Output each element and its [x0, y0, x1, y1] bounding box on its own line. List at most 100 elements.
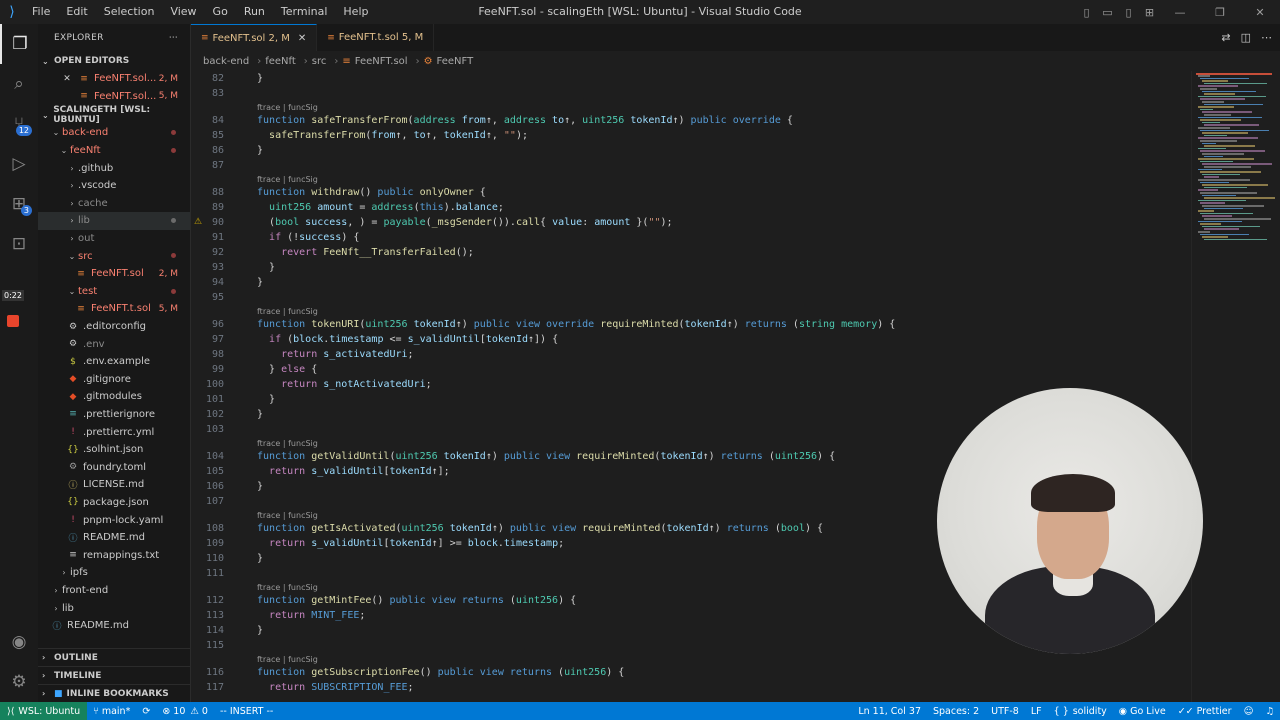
notifications-icon[interactable]: ♫	[1259, 706, 1280, 717]
menu-edit[interactable]: Edit	[58, 0, 95, 24]
language-mode[interactable]: { } solidity	[1048, 706, 1113, 717]
minimap-line	[1200, 181, 1229, 184]
menu-file[interactable]: File	[24, 0, 58, 24]
customize-layout-icon[interactable]: ⊞	[1139, 6, 1160, 19]
timeline-section[interactable]: › TIMELINE	[38, 666, 190, 684]
feedback-icon[interactable]: ☺	[1238, 706, 1260, 717]
code-token: timestamp	[503, 538, 559, 549]
tree-file[interactable]: ! .prettierrc.yml	[38, 423, 190, 441]
menu-help[interactable]: Help	[335, 0, 376, 24]
close-icon[interactable]: ✕	[60, 74, 74, 84]
minimize-icon[interactable]: —	[1160, 6, 1200, 19]
tree-file[interactable]: ⚙ .editorconfig	[38, 318, 190, 336]
explorer-icon[interactable]: ❐	[0, 24, 38, 64]
tree-folder[interactable]: › .github	[38, 159, 190, 177]
chevron-right-icon: ›	[334, 55, 339, 67]
code-line: 88 function withdraw() public onlyOwner {	[191, 185, 1191, 200]
end-of-line[interactable]: LF	[1025, 706, 1048, 717]
record-icon[interactable]	[7, 315, 19, 327]
minimap-line	[1198, 137, 1258, 139]
close-tab-icon[interactable]: ✕	[298, 33, 306, 44]
open-editor-item[interactable]: ≡ FeeNFT.sol... 5, M	[38, 88, 190, 106]
minimap[interactable]	[1191, 71, 1280, 702]
tree-file[interactable]: ≡ .prettierignore	[38, 406, 190, 424]
tree-folder[interactable]: ⌄ feeNft	[38, 142, 190, 160]
inline-bookmarks-section[interactable]: › ■ INLINE BOOKMARKS	[38, 684, 190, 702]
settings-gear-icon[interactable]: ⚙	[0, 662, 38, 702]
tree-file[interactable]: ≡ FeeNFT.t.sol 5, M	[38, 300, 190, 318]
account-icon[interactable]: ◉	[0, 622, 38, 662]
prettier-status[interactable]: ✓✓ Prettier	[1172, 706, 1238, 717]
tree-file[interactable]: $ .env.example	[38, 353, 190, 371]
more-actions-icon[interactable]: ⋯	[169, 33, 178, 43]
tree-folder[interactable]: ⌄ src	[38, 247, 190, 265]
tree-file[interactable]: ! pnpm-lock.yaml	[38, 511, 190, 529]
tree-folder[interactable]: ⌄ test	[38, 283, 190, 301]
tree-folder[interactable]: › cache	[38, 195, 190, 213]
toggle-secondary-sidebar-icon[interactable]: ▯	[1118, 6, 1139, 19]
chevron-right-icon: ›	[70, 181, 74, 191]
line-number: 106	[205, 481, 224, 492]
remote-indicator[interactable]: ⟩⟨ WSL: Ubuntu	[0, 702, 88, 720]
go-live-button[interactable]: ◉ Go Live	[1113, 706, 1172, 717]
menu-terminal[interactable]: Terminal	[273, 0, 336, 24]
cursor-position[interactable]: Ln 11, Col 37	[852, 706, 927, 717]
tree-folder[interactable]: ⌄ back-end	[38, 124, 190, 142]
remote-explorer-icon[interactable]: ⊡	[0, 224, 38, 264]
open-editors-header[interactable]: ⌄ OPEN EDITORS	[38, 52, 190, 70]
tree-file[interactable]: ⓘ README.md	[38, 529, 190, 547]
tree-folder[interactable]: › front-end	[38, 582, 190, 600]
tab-feenft-sol[interactable]: ≡ FeeNFT.sol 2, M ✕	[191, 24, 318, 51]
code-token: ;	[558, 538, 565, 549]
breadcrumb-item[interactable]: src	[312, 56, 327, 67]
tab-feenft-t-sol[interactable]: ≡ FeeNFT.t.sol 5, M	[317, 24, 435, 51]
toggle-sidebar-icon[interactable]: ▯	[1076, 6, 1097, 19]
tree-file[interactable]: {} package.json	[38, 494, 190, 512]
warning-icon[interactable]: ⚠	[194, 215, 202, 230]
source-control-icon[interactable]: ⑂ 12	[0, 104, 38, 144]
tree-file[interactable]: ≡ remappings.txt	[38, 546, 190, 564]
tree-file[interactable]: ⓘ LICENSE.md	[38, 476, 190, 494]
menu-view[interactable]: View	[162, 0, 204, 24]
close-window-icon[interactable]: ✕	[1240, 6, 1280, 19]
tree-folder[interactable]: › lib	[38, 599, 190, 617]
prettier-label: Prettier	[1196, 705, 1232, 717]
tree-file[interactable]: ◆ .gitignore	[38, 371, 190, 389]
extensions-icon[interactable]: ⊞ 3	[0, 184, 38, 224]
open-editor-item[interactable]: ✕ ≡ FeeNFT.sol... 2, M	[38, 70, 190, 88]
tree-file[interactable]: ◆ .gitmodules	[38, 388, 190, 406]
maximize-icon[interactable]: ❐	[1200, 6, 1240, 19]
file-type-icon: ⓘ	[52, 622, 62, 633]
breadcrumb-item[interactable]: feeNft	[265, 56, 296, 67]
problems-status[interactable]: ⊗ 10 ⚠ 0	[156, 706, 214, 717]
sync-icon[interactable]: ⟳	[136, 706, 156, 717]
encoding[interactable]: UTF-8	[985, 706, 1025, 717]
toggle-panel-icon[interactable]: ▭	[1097, 6, 1118, 19]
menu-go[interactable]: Go	[205, 0, 236, 24]
outline-section[interactable]: › OUTLINE	[38, 648, 190, 666]
branch-status[interactable]: ⑂ main*	[87, 706, 136, 717]
tree-folder[interactable]: › ipfs	[38, 564, 190, 582]
branch-icon: ⑂	[93, 705, 99, 717]
breadcrumb-item[interactable]: FeeNFT	[437, 56, 474, 67]
tree-folder[interactable]: › out	[38, 230, 190, 248]
compare-changes-icon[interactable]: ⇄	[1221, 31, 1230, 44]
menu-run[interactable]: Run	[236, 0, 273, 24]
more-actions-icon[interactable]: ⋯	[1261, 31, 1272, 44]
menu-selection[interactable]: Selection	[96, 0, 163, 24]
tree-folder[interactable]: › lib	[38, 212, 190, 230]
tree-file[interactable]: {} .solhint.json	[38, 441, 190, 459]
split-editor-icon[interactable]: ◫	[1241, 31, 1251, 44]
breadcrumb-item[interactable]: back-end	[203, 56, 249, 67]
tree-folder[interactable]: › .vscode	[38, 177, 190, 195]
search-icon[interactable]: ⌕	[0, 64, 38, 104]
tree-file[interactable]: ⓘ README.md	[38, 617, 190, 635]
workspace-header[interactable]: ⌄ SCALINGETH [WSL: UBUNTU]	[38, 105, 190, 125]
breadcrumb-item[interactable]: FeeNFT.sol	[355, 56, 408, 67]
tree-file[interactable]: ≡ FeeNFT.sol 2, M	[38, 265, 190, 283]
tree-file[interactable]: ⚙ foundry.toml	[38, 458, 190, 476]
run-debug-icon[interactable]: ▷	[0, 144, 38, 184]
code-token: s_validUntil	[311, 466, 384, 477]
tree-file[interactable]: ⚙ .env	[38, 335, 190, 353]
indentation[interactable]: Spaces: 2	[927, 706, 985, 717]
